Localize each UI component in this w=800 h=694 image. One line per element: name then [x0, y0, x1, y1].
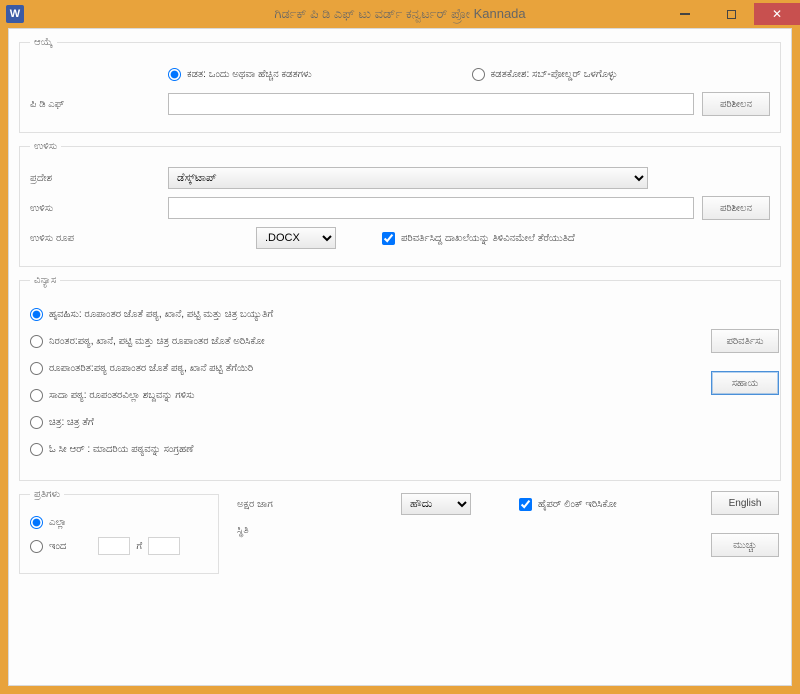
pages-to-input[interactable]	[148, 537, 180, 555]
pages-to-label: ಗೆ	[136, 541, 142, 552]
layout-opt2-label: ನಿರಂತರ:ಪಠ್ಯ, ಖಾನೆ, ಪಟ್ಟಿ ಮತ್ತು ಚಿತ್ರ ರೂಪ…	[49, 336, 265, 347]
browse-save-button[interactable]: ಪರಿಶೀಲನ	[702, 196, 770, 220]
layout-opt2[interactable]: ನಿರಂತರ:ಪಠ್ಯ, ಖಾನೆ, ಪಟ್ಟಿ ಮತ್ತು ಚಿತ್ರ ರೂಪ…	[30, 335, 680, 348]
layout-opt4[interactable]: ಸಾದಾ ಪಠ್ಯ: ರೂಪಂತರವಿಲ್ಲಾ ಶಬ್ದವನ್ನು ಗಳಿಸು	[30, 389, 680, 402]
side-buttons: ಪರಿವರ್ತಿಸು ಸಹಾಯ English ಮುಚ್ಚು	[711, 329, 779, 557]
pages-legend: ಪ್ರತಿಗಳು	[30, 489, 64, 500]
layout-opt3-label: ರೂಪಾಂತರಿತ:ಪಠ್ಯ ರೂಪಾಂತರ ಜೊತೆ ಪಠ್ಯ, ಖಾನೆ ಪ…	[49, 363, 253, 374]
client-area: ಆಯ್ಕೆ ಕಡತ: ಒಂದು ಅಥವಾ ಹೆಚ್ಚಿನ ಕಡತಗಳು ಕಡತಕ…	[8, 28, 792, 686]
close-button[interactable]: ಮುಚ್ಚು	[711, 533, 779, 557]
bottom-area: ಪ್ರತಿಗಳು ಎಲ್ಲಾ ಇಂದ ಗೆ ಅಕ್ಷರ ಜಾಗ	[19, 489, 781, 582]
layout-opt5[interactable]: ಚಿತ್ರ: ಚಿತ್ರ ತೆಗೆ	[30, 416, 680, 429]
pages-from-label: ಇಂದ	[49, 541, 66, 552]
hyperlink-check[interactable]: ಹೈಪರ್ ಲಿಂಕ್ ಇರಿಸಿಕೋ	[519, 498, 617, 511]
layout-legend: ವಿನ್ಯಾಸ	[30, 275, 60, 286]
pages-all[interactable]: ಎಲ್ಲಾ	[30, 516, 208, 529]
layout-group: ವಿನ್ಯಾಸ ಹೃವಹಿಸು: ರೂಪಾಂತರ ಜೊತೆ ಪಠ್ಯ, ಖಾನೆ…	[19, 275, 781, 481]
layout-opt1[interactable]: ಹೃವಹಿಸು: ರೂಪಾಂತರ ಜೊತೆ ಪಠ್ಯ, ಖಾನೆ, ಪಟ್ಟಿ …	[30, 308, 680, 321]
layout-opt6-label: ಓ ಸೀ ಆರ್ : ಮಾದರಿಯ ಪಠ್ಯವನ್ನು ಸಂಗ್ರಹಣೆ	[49, 444, 193, 455]
format-select[interactable]: .DOCX	[256, 227, 336, 249]
layout-opt3-input[interactable]	[30, 362, 43, 375]
help-button[interactable]: ಸಹಾಯ	[711, 371, 779, 395]
layout-opt4-input[interactable]	[30, 389, 43, 402]
browse-pdf-button[interactable]: ಪರಿಶೀಲನ	[702, 92, 770, 116]
radio-folder-input[interactable]	[472, 68, 485, 81]
layout-opt6[interactable]: ಓ ಸೀ ಆರ್ : ಮಾದರಿಯ ಪಠ್ಯವನ್ನು ಸಂಗ್ರಹಣೆ	[30, 443, 680, 456]
location-label: ಪ್ರದೇಶ	[30, 173, 160, 184]
minimize-icon	[680, 13, 690, 15]
pages-group: ಪ್ರತಿಗಳು ಎಲ್ಲಾ ಇಂದ ಗೆ	[19, 489, 219, 574]
close-window-button[interactable]: ✕	[754, 3, 800, 25]
select-legend: ಆಯ್ಕೆ	[30, 37, 57, 48]
titlebar: W ಗಿರ್ಡಕ್ ಪಿ ಡಿ ಎಫ್ ಟು ವರ್ಡ್ ಕನ್ವರ್ಟರ್ ಪ…	[0, 0, 800, 28]
layout-opt1-label: ಹೃವಹಿಸು: ರೂಪಾಂತರ ಜೊತೆ ಪಠ್ಯ, ಖಾನೆ, ಪಟ್ಟಿ …	[49, 309, 273, 320]
window-buttons: ✕	[662, 3, 800, 25]
hyperlink-checkbox[interactable]	[519, 498, 532, 511]
pages-all-input[interactable]	[30, 516, 43, 529]
save-path-input[interactable]	[168, 197, 694, 219]
save-legend: ಉಳಿಸು	[30, 141, 61, 152]
layout-opt4-label: ಸಾದಾ ಪಠ್ಯ: ರೂಪಂತರವಿಲ್ಲಾ ಶಬ್ದವನ್ನು ಗಳಿಸು	[49, 390, 195, 401]
radio-folder[interactable]: ಕಡತಕೋಶ: ಸಬ್-ಪೋಲ್ಡರ್ ಒಳಗೊಳ್ಳು	[472, 68, 618, 81]
select-group: ಆಯ್ಕೆ ಕಡತ: ಒಂದು ಅಥವಾ ಹೆಚ್ಚಿನ ಕಡತಗಳು ಕಡತಕ…	[19, 37, 781, 133]
location-select[interactable]: ಡೆಸ್ಕ್‌ಟಾಪ್	[168, 167, 648, 189]
pages-from-input[interactable]	[98, 537, 130, 555]
pages-range-input[interactable]	[30, 540, 43, 553]
minimize-button[interactable]	[662, 3, 708, 25]
convert-button[interactable]: ಪರಿವರ್ತಿಸು	[711, 329, 779, 353]
radio-folder-label: ಕಡತಕೋಶ: ಸಬ್-ಪೋಲ್ಡರ್ ಒಳಗೊಳ್ಳು	[491, 69, 618, 80]
open-after-label: ಪರಿವರ್ತಿಸಿದ್ದ ದಾಖಲೆಯನ್ನು ತಿಳಿವಿನಮೇಲೆ ತೆರ…	[401, 233, 575, 244]
char-spacing-label: ಅಕ್ಷರ ಜಾಗ	[237, 499, 387, 510]
status-label: ಸ್ಥಿತಿ	[237, 525, 387, 536]
format-label: ಉಳಿಸು ರೂಪ	[30, 233, 160, 244]
app-icon: W	[6, 5, 24, 23]
char-spacing-select[interactable]: ಹೌದು	[401, 493, 471, 515]
layout-opt5-input[interactable]	[30, 416, 43, 429]
pages-range[interactable]: ಇಂದ ಗೆ	[30, 537, 208, 555]
pdf-label: ಪಿ ಡಿ ಎಫ್	[30, 99, 160, 110]
maximize-icon	[727, 10, 736, 19]
layout-opt6-input[interactable]	[30, 443, 43, 456]
save-path-label: ಉಳಿಸು	[30, 203, 160, 214]
open-after-check[interactable]: ಪರಿವರ್ತಿಸಿದ್ದ ದಾಖಲೆಯನ್ನು ತಿಳಿವಿನಮೇಲೆ ತೆರ…	[382, 232, 575, 245]
save-group: ಉಳಿಸು ಪ್ರದೇಶ ಡೆಸ್ಕ್‌ಟಾಪ್ ಉಳಿಸು ಪರಿಶೀಲನ ಉ…	[19, 141, 781, 267]
radio-file[interactable]: ಕಡತ: ಒಂದು ಅಥವಾ ಹೆಚ್ಚಿನ ಕಡತಗಳು	[168, 68, 312, 81]
app-window: W ಗಿರ್ಡಕ್ ಪಿ ಡಿ ಎಫ್ ಟು ವರ್ಡ್ ಕನ್ವರ್ಟರ್ ಪ…	[0, 0, 800, 694]
right-options: ಅಕ್ಷರ ಜಾಗ ಹೌದು ಹೈಪರ್ ಲಿಂಕ್ ಇರಿಸಿಕೋ ಸ್ಥಿತ…	[237, 489, 781, 546]
radio-file-input[interactable]	[168, 68, 181, 81]
layout-opt3[interactable]: ರೂಪಾಂತರಿತ:ಪಠ್ಯ ರೂಪಾಂತರ ಜೊತೆ ಪಠ್ಯ, ಖಾನೆ ಪ…	[30, 362, 680, 375]
radio-file-label: ಕಡತ: ಒಂದು ಅಥವಾ ಹೆಚ್ಚಿನ ಕಡತಗಳು	[187, 69, 312, 80]
layout-opt1-input[interactable]	[30, 308, 43, 321]
layout-opt5-label: ಚಿತ್ರ: ಚಿತ್ರ ತೆಗೆ	[49, 417, 94, 428]
hyperlink-label: ಹೈಪರ್ ಲಿಂಕ್ ಇರಿಸಿಕೋ	[538, 499, 617, 510]
maximize-button[interactable]	[708, 3, 754, 25]
open-after-checkbox[interactable]	[382, 232, 395, 245]
layout-opt2-input[interactable]	[30, 335, 43, 348]
pages-all-label: ಎಲ್ಲಾ	[49, 517, 67, 528]
english-button[interactable]: English	[711, 491, 779, 515]
pdf-path-input[interactable]	[168, 93, 694, 115]
